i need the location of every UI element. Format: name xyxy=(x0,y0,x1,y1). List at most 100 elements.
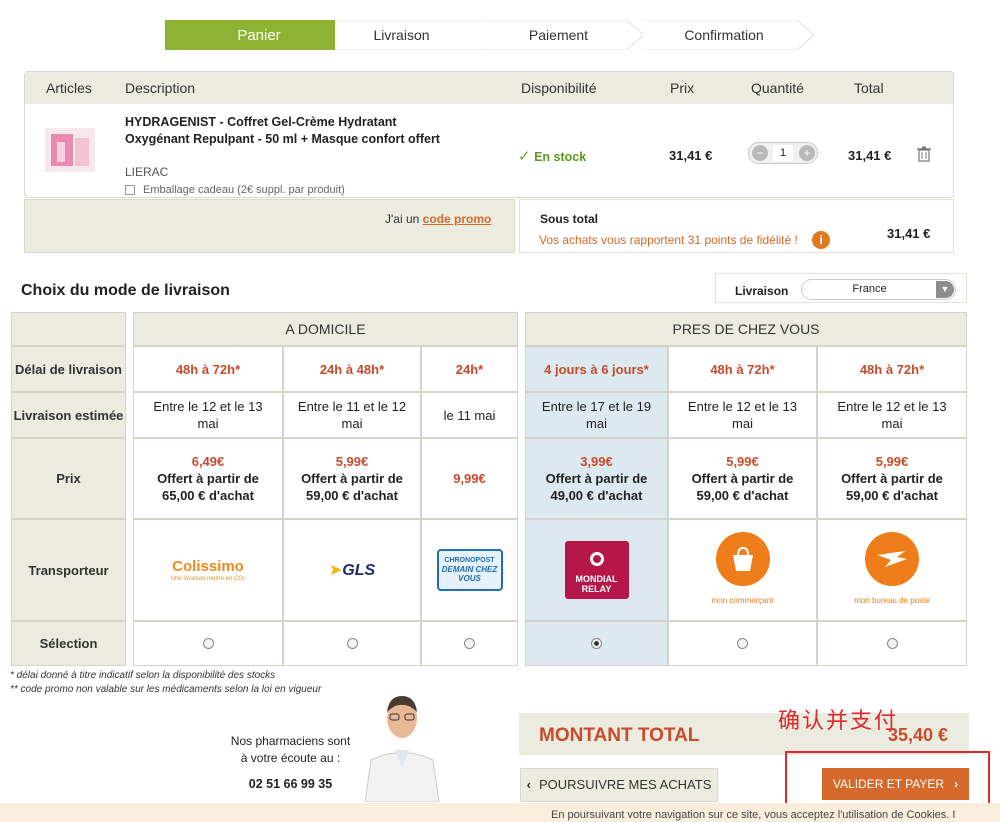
carrier-logo-chronopost: CHRONOPOST DEMAIN CHEZ VOUS xyxy=(421,519,518,621)
country-selector: Livraison France ▼ xyxy=(715,273,967,303)
cookie-text: En poursuivant votre navigation sur ce s… xyxy=(551,809,956,821)
option-radio-cell[interactable] xyxy=(668,621,817,666)
country-dropdown[interactable]: France ▼ xyxy=(801,279,956,300)
pharmacist-line2: à votre écoute au : xyxy=(240,751,341,765)
trash-icon[interactable] xyxy=(917,146,931,162)
carrier-tagline: Une livraison neutre en CO₂ xyxy=(170,575,246,582)
carrier-name-text: GLS xyxy=(342,561,376,579)
option-radio[interactable] xyxy=(737,638,748,649)
annotation-text: 确认并支付 xyxy=(778,709,899,734)
step-livraison[interactable]: Livraison xyxy=(335,20,498,50)
carrier-tagline: DEMAIN CHEZ VOUS xyxy=(441,565,498,583)
option-radio[interactable] xyxy=(464,638,475,649)
pharmacist-phone[interactable]: 02 51 66 99 35 xyxy=(213,776,368,793)
option-price: 5,99€ xyxy=(726,454,759,469)
carrier-name: ➤GLS xyxy=(329,562,375,579)
promo-line: J'ai un code promo xyxy=(385,212,491,226)
option-offer: Offert à partir de 65,00 € d'achat xyxy=(157,471,259,503)
check-icon: ✓ xyxy=(518,148,531,165)
option-radio[interactable] xyxy=(346,638,358,649)
cart-header: Articles Description Disponibilité Prix … xyxy=(25,72,953,104)
country-value: France xyxy=(852,283,887,295)
step-panier[interactable]: Panier xyxy=(165,20,353,50)
grid-corner xyxy=(11,312,126,346)
carrier-logo-commercant: mon commerçant xyxy=(668,519,817,621)
option-radio[interactable] xyxy=(886,638,898,649)
quantity-input[interactable]: 1 xyxy=(773,145,793,161)
option-price-cell: 6,49€ Offert à partir de 65,00 € d'achat xyxy=(133,438,283,519)
carrier-logo-la-poste: mon bureau de poste xyxy=(817,519,967,621)
option-radio-cell[interactable] xyxy=(283,621,421,666)
option-radio-cell[interactable] xyxy=(421,621,518,666)
step-label: Paiement xyxy=(528,27,589,43)
option-price: 5,99€ xyxy=(875,454,909,469)
quantity-stepper[interactable]: − 1 + xyxy=(748,142,818,164)
continue-label: POURSUIVRE MES ACHATS xyxy=(538,777,712,792)
option-radio-cell[interactable] xyxy=(817,621,967,666)
step-label: Confirmation xyxy=(684,27,764,43)
carrier-tagline: mon commerçant xyxy=(711,595,774,605)
plus-button[interactable]: + xyxy=(799,145,815,161)
pharmacist-line1: Nos pharmaciens sont xyxy=(230,734,351,748)
carrier-name: CHRONOPOST xyxy=(444,557,495,564)
step-confirmation[interactable]: Confirmation xyxy=(643,20,815,50)
gls-swoosh-icon: ➤ xyxy=(328,561,343,579)
option-price-cell: 3,99€ Offert à partir de 49,00 € d'achat xyxy=(525,438,668,519)
row-label-price: Prix xyxy=(11,438,126,519)
cart-table: Articles Description Disponibilité Prix … xyxy=(24,71,954,198)
chronopost-badge: CHRONOPOST DEMAIN CHEZ VOUS xyxy=(436,549,503,591)
option-price: 9,99€ xyxy=(453,471,486,486)
subtotal-value: 31,41 € xyxy=(887,226,931,241)
carrier-name: MONDIAL RELAY xyxy=(575,574,618,594)
checkout-steps: Panier Livraison Paiement Confirmation xyxy=(165,20,815,50)
option-radio-cell[interactable] xyxy=(133,621,283,666)
step-label: Panier xyxy=(237,27,281,44)
col-quantity: Quantité xyxy=(751,80,804,96)
fidelity-text: Vos achats vous rapportent 31 points de … xyxy=(539,233,798,247)
continue-shopping-button[interactable]: ‹ POURSUIVRE MES ACHATS xyxy=(520,768,718,802)
mondial-relay-badge: MONDIAL RELAY xyxy=(564,541,629,599)
minus-button[interactable]: − xyxy=(752,145,768,161)
carrier-logo-gls: ➤GLS xyxy=(283,519,421,621)
country-label: Livraison xyxy=(735,284,789,298)
validate-pay-button[interactable]: VALIDER ET PAYER › xyxy=(822,768,969,800)
option-price-cell: 5,99€ Offert à partir de 59,00 € d'achat xyxy=(668,438,817,519)
row-label-estimate: Livraison estimée xyxy=(11,392,126,438)
product-title[interactable]: HYDRAGENIST - Coffret Gel-Crème Hydratan… xyxy=(125,114,445,148)
cookie-banner: En poursuivant votre navigation sur ce s… xyxy=(0,803,1000,822)
row-label-carrier: Transporteur xyxy=(11,519,126,621)
row-label-delay: Délai de livraison xyxy=(11,346,126,392)
option-price: 5,99€ xyxy=(335,454,369,469)
subtotal-box: Sous total Vos achats vous rapportent 31… xyxy=(519,199,954,253)
group-home-header: A DOMICILE xyxy=(133,312,518,346)
chevron-down-icon[interactable]: ▼ xyxy=(936,281,954,298)
carrier-name: Colissimo xyxy=(172,557,244,575)
total-box: MONTANT TOTAL 35,40 € xyxy=(519,713,969,755)
option-delay: 24h à 48h* xyxy=(283,346,421,392)
gift-wrap-option[interactable]: Emballage cadeau (2€ suppl. par produit) xyxy=(125,184,345,196)
option-estimate: Entre le 12 et le 13 mai xyxy=(817,392,967,438)
option-estimate: le 11 mai xyxy=(421,392,518,438)
option-delay: 48h à 72h* xyxy=(668,346,817,392)
option-estimate: Entre le 17 et le 19 mai xyxy=(525,392,668,438)
chevron-left-icon: ‹ xyxy=(526,777,531,792)
total-label: MONTANT TOTAL xyxy=(539,725,700,746)
option-radio-cell[interactable] xyxy=(525,621,668,666)
col-availability: Disponibilité xyxy=(521,80,597,96)
option-offer: Offert à partir de 59,00 € d'achat xyxy=(301,471,403,503)
option-estimate: Entre le 12 et le 13 mai xyxy=(668,392,817,438)
footnote-promo: ** code promo non valable sur les médica… xyxy=(10,684,322,695)
option-estimate: Entre le 11 et le 12 mai xyxy=(283,392,421,438)
product-image[interactable] xyxy=(43,124,97,176)
info-icon[interactable]: i xyxy=(812,231,830,249)
option-radio-selected[interactable] xyxy=(591,638,602,649)
promo-code-link[interactable]: code promo xyxy=(423,212,492,226)
option-radio[interactable] xyxy=(202,638,214,649)
option-price-cell: 9,99€ xyxy=(421,438,518,519)
option-estimate: Entre le 12 et le 13 mai xyxy=(133,392,283,438)
step-paiement[interactable]: Paiement xyxy=(481,20,644,50)
la-poste-bird-icon xyxy=(865,531,919,586)
gift-wrap-checkbox[interactable] xyxy=(125,185,135,195)
promo-text: J'ai un xyxy=(385,212,420,226)
validate-label: VALIDER ET PAYER xyxy=(832,777,945,791)
